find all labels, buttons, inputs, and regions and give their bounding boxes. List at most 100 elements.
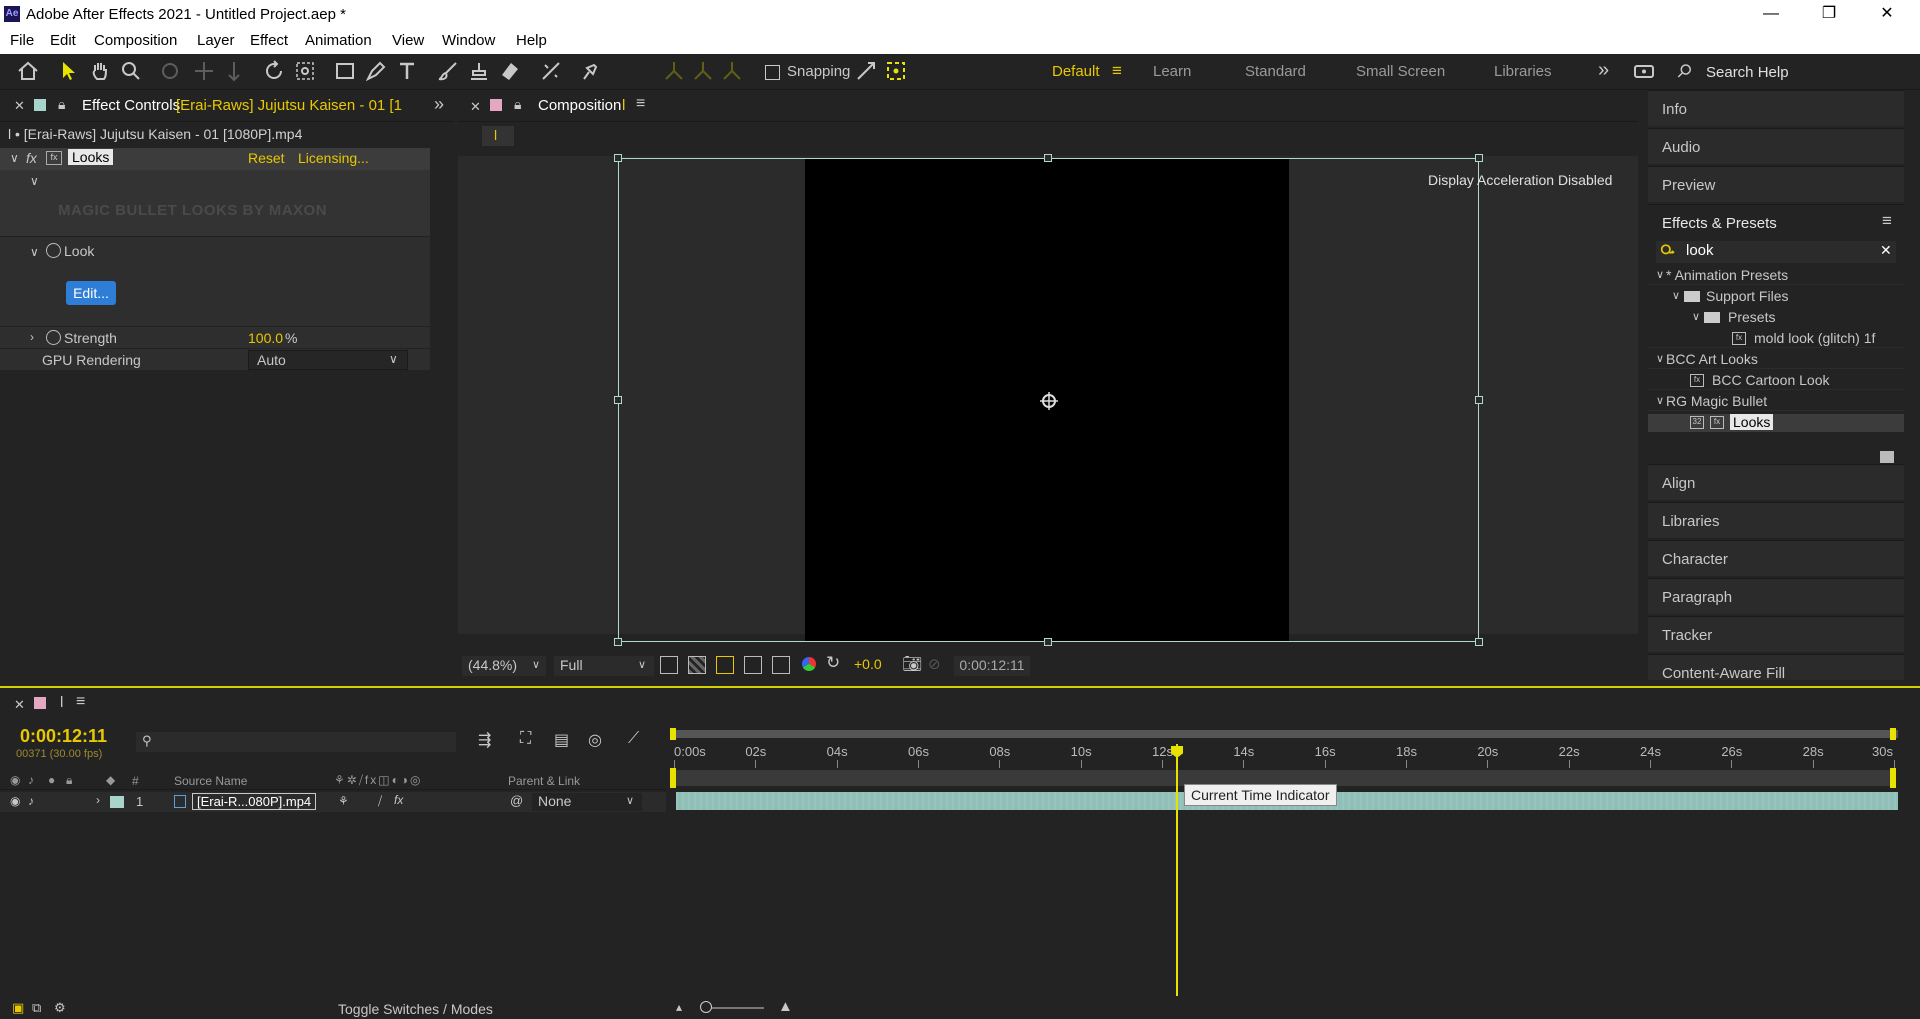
magnification-dropdown[interactable]: (44.8%) ∨: [462, 656, 546, 676]
dolly-camera-icon[interactable]: [222, 59, 246, 83]
anchor-point-icon[interactable]: [1038, 390, 1060, 415]
layer-label-color[interactable]: [110, 796, 124, 808]
tree-item-bcc-cartoon-look[interactable]: fx BCC Cartoon Look: [1648, 372, 1904, 390]
effects-search-field[interactable]: look ✕: [1656, 241, 1896, 263]
effects-presets-menu-icon[interactable]: ≡: [1882, 211, 1892, 231]
brush-tool-icon[interactable]: [436, 59, 460, 83]
snap-target-icon[interactable]: [884, 59, 908, 83]
strength-expand-icon[interactable]: ›: [30, 330, 34, 344]
search-help-field[interactable]: Search Help: [1672, 61, 1914, 85]
timeline-zoom-handle[interactable]: [700, 1001, 712, 1013]
frame-blending-icon[interactable]: ▤: [554, 730, 569, 750]
tree-item-support-files[interactable]: ∨ Support Files: [1648, 288, 1904, 306]
info-panel-tab[interactable]: Info: [1648, 90, 1904, 126]
layer-handle[interactable]: [1044, 154, 1052, 162]
menu-help[interactable]: Help: [516, 32, 547, 49]
comp-panel-menu-icon[interactable]: ≡: [636, 95, 645, 113]
comp-mini-flowchart-icon[interactable]: ⇶: [478, 730, 491, 750]
shy-switch-icon[interactable]: ⚘: [338, 794, 349, 808]
expand-transfer-controls-icon[interactable]: ⚙: [54, 1000, 66, 1016]
timeline-comp-name[interactable]: l: [60, 694, 63, 711]
sync-settings-icon[interactable]: [1632, 59, 1656, 83]
workspace-small-screen[interactable]: Small Screen: [1356, 63, 1445, 80]
layer-visibility-icon[interactable]: ◉: [10, 794, 20, 808]
restore-button[interactable]: ❐: [1800, 0, 1858, 28]
close-window-button[interactable]: ✕: [1858, 0, 1916, 28]
look-chevron-icon[interactable]: ∨: [30, 245, 39, 259]
toggle-switches-modes[interactable]: Toggle Switches / Modes: [338, 1001, 493, 1017]
workspace-learn[interactable]: Learn: [1153, 63, 1191, 80]
menu-file[interactable]: File: [10, 32, 34, 49]
eraser-tool-icon[interactable]: [498, 59, 522, 83]
pen-tool-icon[interactable]: [364, 59, 388, 83]
timeline-timecode[interactable]: 0:00:12:11: [20, 726, 107, 747]
close-timeline-tab-icon[interactable]: ✕: [14, 697, 25, 713]
world-axis-icon[interactable]: [691, 59, 715, 83]
layer-handle[interactable]: [614, 154, 622, 162]
layer-expand-icon[interactable]: ›: [96, 793, 100, 807]
licensing-link[interactable]: Licensing...: [298, 150, 369, 166]
rotation-tool-icon[interactable]: [262, 59, 286, 83]
tree-item-animation-presets[interactable]: ∨ * Animation Presets: [1648, 267, 1904, 285]
pan-camera-icon[interactable]: [192, 59, 216, 83]
quality-switch-icon[interactable]: ⧸: [378, 794, 382, 809]
tracker-panel-tab[interactable]: Tracker: [1648, 616, 1904, 652]
hand-tool-icon[interactable]: [88, 59, 112, 83]
render-time-icon[interactable]: ▣: [12, 1000, 24, 1016]
mask-visibility-icon[interactable]: [716, 656, 734, 674]
close-comp-tab-icon[interactable]: ✕: [470, 99, 481, 115]
edit-look-button[interactable]: Edit...: [66, 281, 116, 305]
exposure-value[interactable]: +0.0: [854, 656, 882, 672]
orbit-camera-icon[interactable]: [158, 59, 182, 83]
effect-controls-tab-label[interactable]: Effect Controls: [82, 97, 180, 114]
menu-animation[interactable]: Animation: [305, 32, 372, 49]
tree-chevron-icon[interactable]: ∨: [1656, 352, 1664, 365]
layer-handle[interactable]: [1475, 154, 1483, 162]
in-point-marker[interactable]: [670, 768, 676, 788]
resolution-dropdown[interactable]: Full ∨: [554, 656, 654, 676]
menu-effect[interactable]: Effect: [250, 32, 288, 49]
stopwatch-icon[interactable]: [46, 243, 61, 258]
snapping-checkbox[interactable]: [765, 65, 780, 80]
tree-item-mold-look[interactable]: fx mold look (glitch) 1f: [1648, 330, 1904, 348]
channel-icon[interactable]: [802, 657, 816, 671]
character-panel-tab[interactable]: Character: [1648, 540, 1904, 576]
parent-dropdown[interactable]: None ∨: [532, 793, 642, 811]
comp-lock-icon[interactable]: 🔒︎: [514, 96, 521, 113]
tree-item-rg-magic-bullet[interactable]: ∨ RG Magic Bullet: [1648, 393, 1904, 411]
source-name-header[interactable]: Source Name: [174, 774, 247, 788]
tree-chevron-icon[interactable]: ∨: [1656, 394, 1664, 407]
motion-blur-icon[interactable]: ◎: [588, 730, 602, 750]
tree-chevron-icon[interactable]: ∨: [1692, 310, 1700, 323]
effect-row-looks[interactable]: ∨ fx fx Looks Reset Licensing...: [0, 148, 430, 170]
menu-window[interactable]: Window: [442, 32, 495, 49]
layer-handle[interactable]: [614, 638, 622, 646]
pick-whip-icon[interactable]: @: [510, 793, 523, 808]
layer-handle[interactable]: [1475, 396, 1483, 404]
effect-name[interactable]: Looks: [68, 149, 114, 165]
timeline-menu-icon[interactable]: ≡: [76, 693, 85, 711]
view-axis-icon[interactable]: [720, 59, 744, 83]
timeline-zoom-slider[interactable]: [704, 1007, 764, 1009]
layer-handle[interactable]: [1044, 638, 1052, 646]
tree-item-bcc-art-looks[interactable]: ∨ BCC Art Looks: [1648, 351, 1904, 369]
tree-chevron-icon[interactable]: ∨: [1672, 289, 1680, 302]
workspace-standard[interactable]: Standard: [1245, 63, 1306, 80]
layer-handle[interactable]: [1475, 638, 1483, 646]
work-area-end-handle[interactable]: [1890, 728, 1896, 740]
out-point-marker[interactable]: [1890, 768, 1896, 788]
align-panel-tab[interactable]: Align: [1648, 464, 1904, 500]
selection-tool-icon[interactable]: [57, 59, 81, 83]
snapping-options-icon[interactable]: [854, 59, 878, 83]
graph-editor-icon[interactable]: ⟋: [628, 730, 639, 748]
composition-tab-label[interactable]: Composition: [538, 97, 621, 114]
fast-previews-icon[interactable]: [660, 656, 678, 674]
reset-link[interactable]: Reset: [248, 150, 285, 166]
comp-viewer[interactable]: Display Acceleration Disabled: [458, 154, 1638, 646]
region-of-interest-icon[interactable]: [744, 656, 762, 674]
rectangle-tool-icon[interactable]: [333, 59, 357, 83]
composition-tab-name[interactable]: l: [622, 97, 625, 114]
axis-icon[interactable]: [662, 59, 686, 83]
collapse-chevron-icon[interactable]: ∨: [10, 151, 19, 165]
workspace-menu-icon[interactable]: ≡: [1112, 61, 1122, 81]
